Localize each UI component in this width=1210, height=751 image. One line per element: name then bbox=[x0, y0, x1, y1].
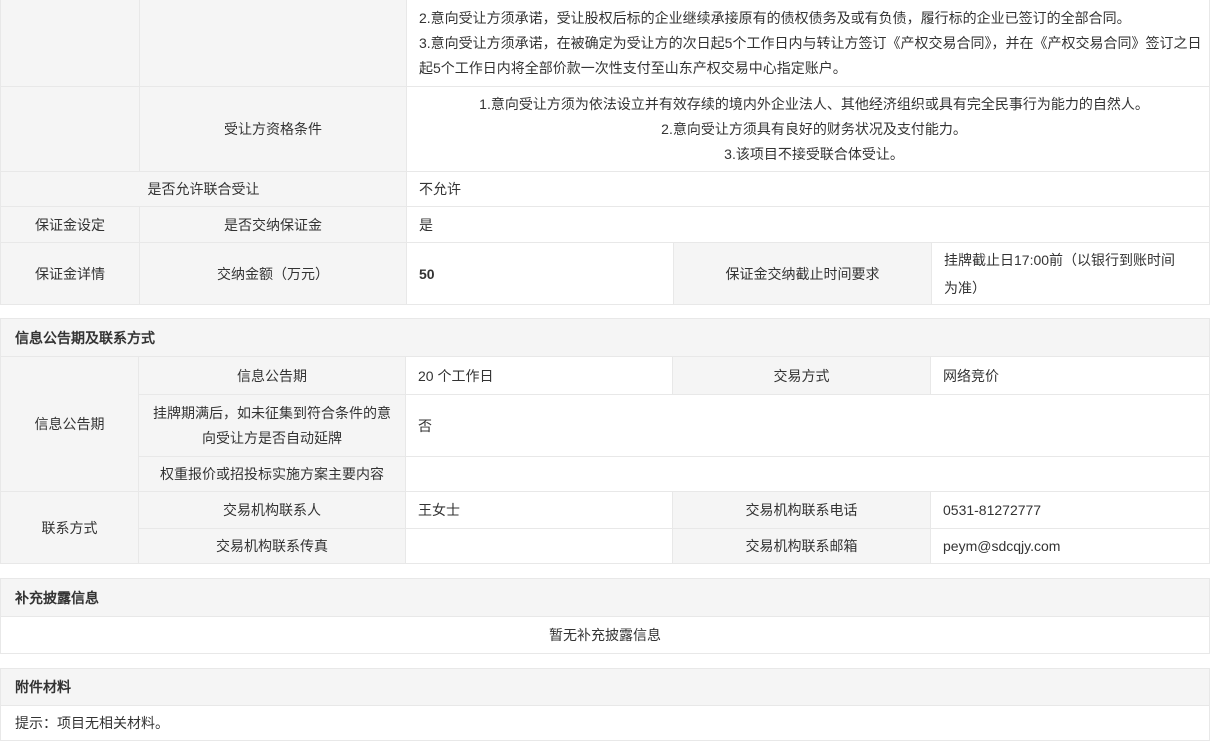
commitment-continuation-row: 2.意向受让方须承诺，受让股权后标的企业继续承接原有的债权债务及或有负债，履行标… bbox=[1, 0, 1209, 86]
supplement-section-title: 补充披露信息 bbox=[1, 579, 1209, 617]
qualification-line: 2.意向受让方须具有良好的财务状况及支付能力。 bbox=[661, 117, 967, 142]
empty-label-cell bbox=[139, 0, 406, 86]
commitment-content: 2.意向受让方须承诺，受让股权后标的企业继续承接原有的债权债务及或有负债，履行标… bbox=[406, 0, 1209, 86]
notice-period-group: 信息公告期 信息公告期 20 个工作日 交易方式 网络竞价 挂牌期满后，如未征集… bbox=[1, 357, 1209, 491]
auto-extend-label: 挂牌期满后，如未征集到符合条件的意向受让方是否自动延牌 bbox=[139, 395, 405, 456]
deposit-deadline-value: 挂牌截止日17:00前（以银行到账时间为准） bbox=[931, 243, 1209, 304]
contact-fax-value bbox=[405, 529, 672, 563]
contact-group-label: 联系方式 bbox=[1, 492, 139, 563]
attachment-section-title: 附件材料 bbox=[1, 669, 1209, 706]
joint-transfer-label: 是否允许联合受让 bbox=[1, 172, 406, 206]
trade-method-label: 交易方式 bbox=[672, 357, 930, 394]
contact-email-value: peym@sdcqjy.com bbox=[930, 529, 1209, 563]
deposit-setting-group-label: 保证金设定 bbox=[1, 207, 139, 242]
supplement-empty-text: 暂无补充披露信息 bbox=[1, 617, 1209, 653]
qualification-content: 1.意向受让方须为依法设立并有效存续的境内外企业法人、其他经济组织或具有完全民事… bbox=[406, 87, 1209, 171]
deposit-deadline-label: 保证金交纳截止时间要求 bbox=[673, 243, 931, 304]
joint-transfer-row: 是否允许联合受让 不允许 bbox=[1, 171, 1209, 206]
auto-extend-value: 否 bbox=[405, 395, 1209, 456]
joint-transfer-value: 不允许 bbox=[406, 172, 1209, 206]
contact-person-label: 交易机构联系人 bbox=[139, 492, 405, 528]
auto-extend-row: 挂牌期满后，如未征集到符合条件的意向受让方是否自动延牌 否 bbox=[139, 394, 1209, 456]
contact-fax-label: 交易机构联系传真 bbox=[139, 529, 405, 563]
contact-email-label: 交易机构联系邮箱 bbox=[672, 529, 930, 563]
bid-plan-value bbox=[405, 457, 1209, 491]
attachment-section: 附件材料 提示：项目无相关材料。 bbox=[0, 668, 1210, 741]
deposit-required-value: 是 bbox=[406, 207, 1209, 242]
deposit-detail-group-label: 保证金详情 bbox=[1, 243, 139, 304]
contact-person-row: 交易机构联系人 王女士 交易机构联系电话 0531-81272777 bbox=[139, 492, 1209, 528]
commitment-line: 2.意向受让方须承诺，受让股权后标的企业继续承接原有的债权债务及或有负债，履行标… bbox=[419, 6, 1209, 31]
deposit-amount-label: 交纳金额（万元） bbox=[139, 243, 406, 304]
contact-fax-row: 交易机构联系传真 交易机构联系邮箱 peym@sdcqjy.com bbox=[139, 528, 1209, 563]
notice-period-label: 信息公告期 bbox=[139, 357, 405, 394]
empty-group-cell bbox=[1, 0, 139, 86]
notice-period-value: 20 个工作日 bbox=[405, 357, 672, 394]
deposit-amount-value: 50 bbox=[406, 243, 673, 304]
attachment-hint: 提示：项目无相关材料。 bbox=[1, 706, 1209, 740]
empty-group-cell bbox=[1, 87, 139, 171]
deposit-detail-row: 保证金详情 交纳金额（万元） 50 保证金交纳截止时间要求 挂牌截止日17:00… bbox=[1, 242, 1209, 304]
qualification-line: 1.意向受让方须为依法设立并有效存续的境内外企业法人、其他经济组织或具有完全民事… bbox=[479, 92, 1149, 117]
qualification-row: 受让方资格条件 1.意向受让方须为依法设立并有效存续的境内外企业法人、其他经济组… bbox=[1, 86, 1209, 171]
supplement-section: 补充披露信息 暂无补充披露信息 bbox=[0, 578, 1210, 654]
commitment-line: 3.意向受让方须承诺，在被确定为受让方的次日起5个工作日内与转让方签订《产权交易… bbox=[419, 31, 1209, 81]
notice-period-group-label: 信息公告期 bbox=[1, 357, 139, 491]
qualification-line: 3.该项目不接受联合体受让。 bbox=[724, 142, 904, 167]
deposit-setting-row: 保证金设定 是否交纳保证金 是 bbox=[1, 206, 1209, 242]
contact-phone-label: 交易机构联系电话 bbox=[672, 492, 930, 528]
contact-group: 联系方式 交易机构联系人 王女士 交易机构联系电话 0531-81272777 … bbox=[1, 491, 1209, 563]
contact-phone-value: 0531-81272777 bbox=[930, 492, 1209, 528]
contact-person-value: 王女士 bbox=[405, 492, 672, 528]
notice-contact-section-title: 信息公告期及联系方式 bbox=[1, 319, 1209, 357]
bid-plan-row: 权重报价或招投标实施方案主要内容 bbox=[139, 456, 1209, 491]
qualification-label: 受让方资格条件 bbox=[139, 87, 406, 171]
bid-plan-label: 权重报价或招投标实施方案主要内容 bbox=[139, 457, 405, 491]
trade-method-value: 网络竞价 bbox=[930, 357, 1209, 394]
transfer-conditions-table: 2.意向受让方须承诺，受让股权后标的企业继续承接原有的债权债务及或有负债，履行标… bbox=[0, 0, 1210, 305]
notice-contact-section: 信息公告期及联系方式 信息公告期 信息公告期 20 个工作日 交易方式 网络竞价… bbox=[0, 318, 1210, 564]
listing-detail-page: 2.意向受让方须承诺，受让股权后标的企业继续承接原有的债权债务及或有负债，履行标… bbox=[0, 0, 1210, 751]
notice-period-row: 信息公告期 20 个工作日 交易方式 网络竞价 bbox=[139, 357, 1209, 394]
deposit-required-label: 是否交纳保证金 bbox=[139, 207, 406, 242]
